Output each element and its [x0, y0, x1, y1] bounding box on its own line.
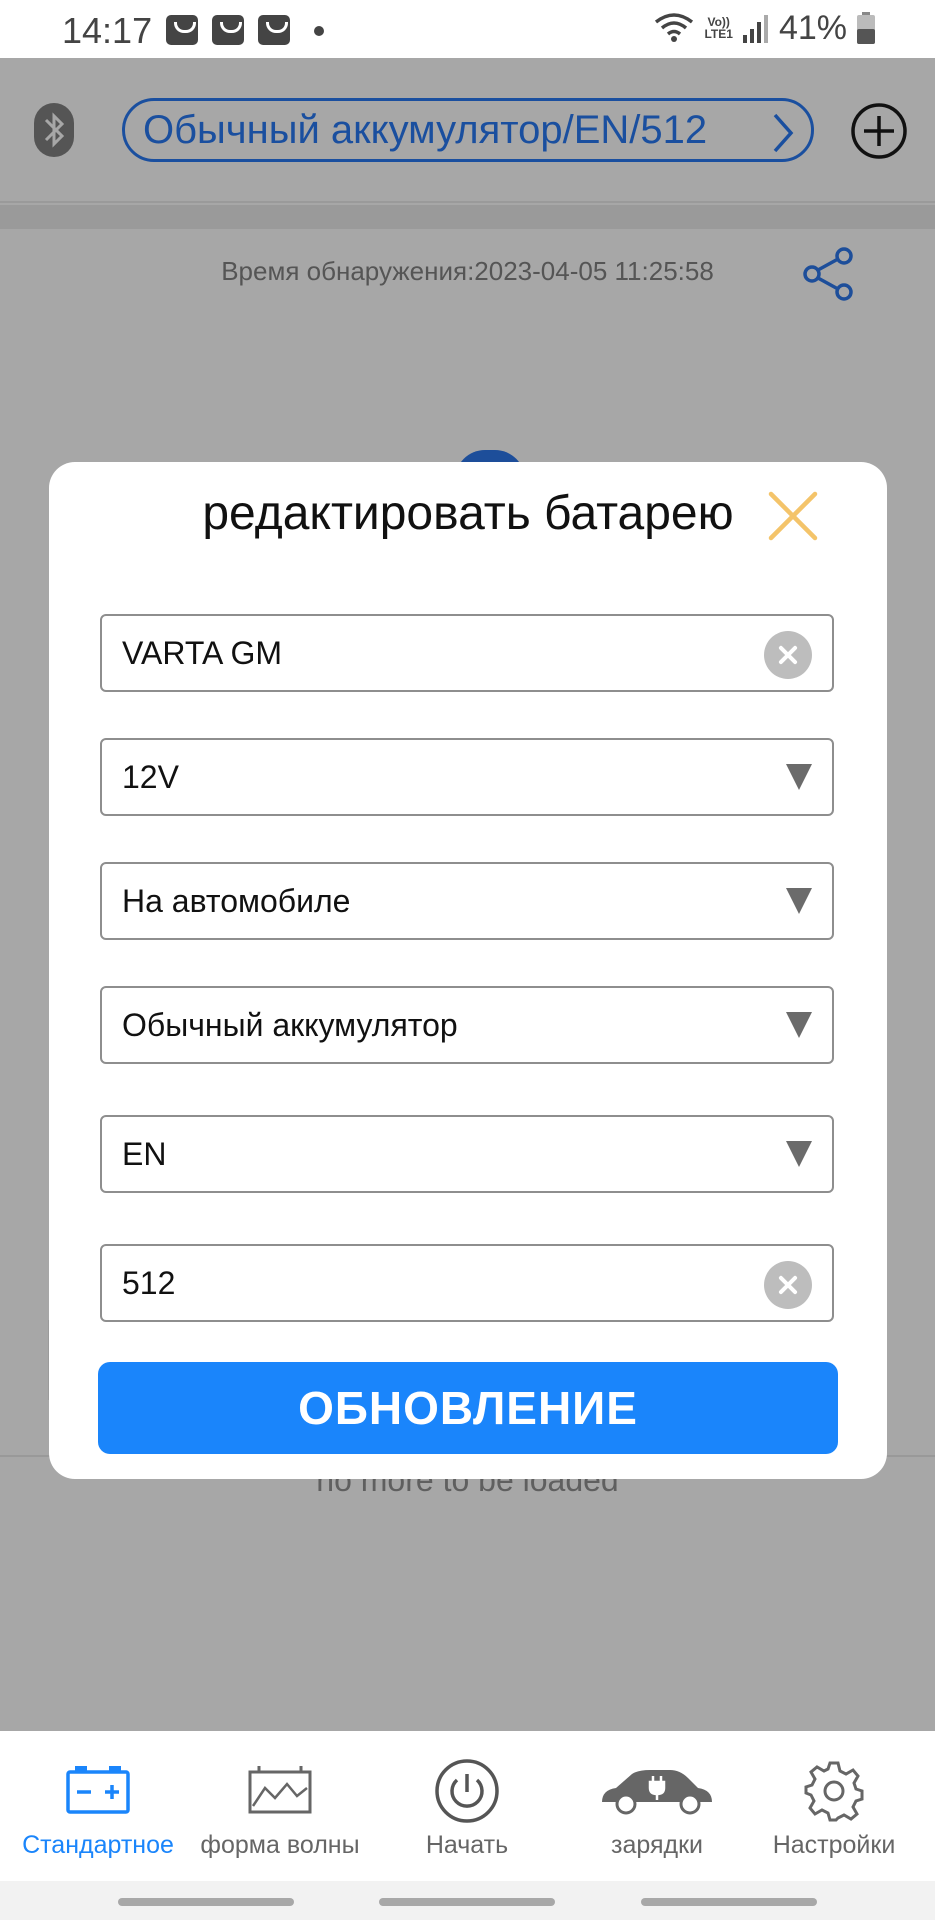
back-handle[interactable] — [641, 1898, 817, 1906]
capacity-value: 512 — [122, 1264, 176, 1301]
header-divider — [0, 205, 935, 229]
location-value: На автомобиле — [122, 882, 351, 919]
recents-handle[interactable] — [118, 1898, 294, 1906]
home-handle[interactable] — [379, 1898, 555, 1906]
status-time: 14:17 — [62, 10, 153, 51]
dropdown-arrow-icon — [786, 764, 812, 790]
system-nav-bar — [0, 1881, 935, 1920]
close-icon[interactable] — [765, 488, 821, 544]
standard-value: EN — [122, 1135, 167, 1172]
dropdown-arrow-icon — [786, 888, 812, 914]
battery-name-value: VARTA GM — [122, 634, 283, 671]
standard-select[interactable]: EN — [100, 1115, 834, 1193]
dropdown-arrow-icon — [786, 1012, 812, 1038]
battery-percent: 41% — [778, 8, 847, 47]
status-bar: 14:17 Vo)) LTE1 41% — [0, 0, 935, 58]
update-button[interactable]: ОБНОВЛЕНИЕ — [98, 1362, 838, 1454]
nav-label: Настройки — [772, 1831, 896, 1859]
wifi-icon — [655, 13, 694, 42]
notification-bag-icon — [166, 15, 198, 45]
chevron-right-icon — [773, 113, 794, 153]
app-header: Обычный аккумулятор/EN/512 — [0, 58, 935, 203]
signal-icon — [742, 15, 768, 43]
voltage-value: 12V — [122, 758, 179, 795]
bluetooth-icon[interactable] — [34, 103, 74, 157]
clear-icon[interactable] — [764, 631, 812, 679]
bottom-nav: Стандартное форма волны Начать зарядки Н… — [0, 1731, 935, 1881]
notification-dot-icon — [314, 26, 324, 36]
add-circle-icon[interactable] — [850, 102, 908, 160]
waveform-icon — [220, 1756, 340, 1826]
location-select[interactable]: На автомобиле — [100, 862, 834, 940]
gear-icon — [774, 1756, 894, 1826]
notification-bag-icon — [212, 15, 244, 45]
edit-battery-dialog: редактировать батарею VARTA GM 12V На ав… — [49, 462, 887, 1479]
lte-indicator: Vo)) LTE1 — [704, 15, 733, 41]
battery-type-select[interactable]: Обычный аккумулятор — [100, 986, 834, 1064]
car-charging-icon — [597, 1756, 717, 1826]
voltage-select[interactable]: 12V — [100, 738, 834, 816]
battery-profile-label: Обычный аккумулятор/EN/512 — [143, 107, 708, 152]
detection-time: Время обнаружения:2023-04-05 11:25:58 — [221, 256, 714, 286]
nav-label: Начать — [425, 1831, 509, 1859]
dialog-title: редактировать батарею — [202, 487, 734, 540]
clear-icon[interactable] — [764, 1261, 812, 1309]
share-icon[interactable] — [800, 246, 856, 302]
notification-bag-icon — [258, 15, 290, 45]
battery-profile-selector[interactable]: Обычный аккумулятор/EN/512 — [122, 98, 814, 162]
capacity-input[interactable]: 512 — [100, 1244, 834, 1322]
dropdown-arrow-icon — [786, 1141, 812, 1167]
battery-icon — [38, 1756, 158, 1826]
power-icon — [407, 1756, 527, 1826]
battery-icon — [857, 12, 875, 44]
battery-type-value: Обычный аккумулятор — [122, 1006, 458, 1043]
battery-name-input[interactable]: VARTA GM — [100, 614, 834, 692]
